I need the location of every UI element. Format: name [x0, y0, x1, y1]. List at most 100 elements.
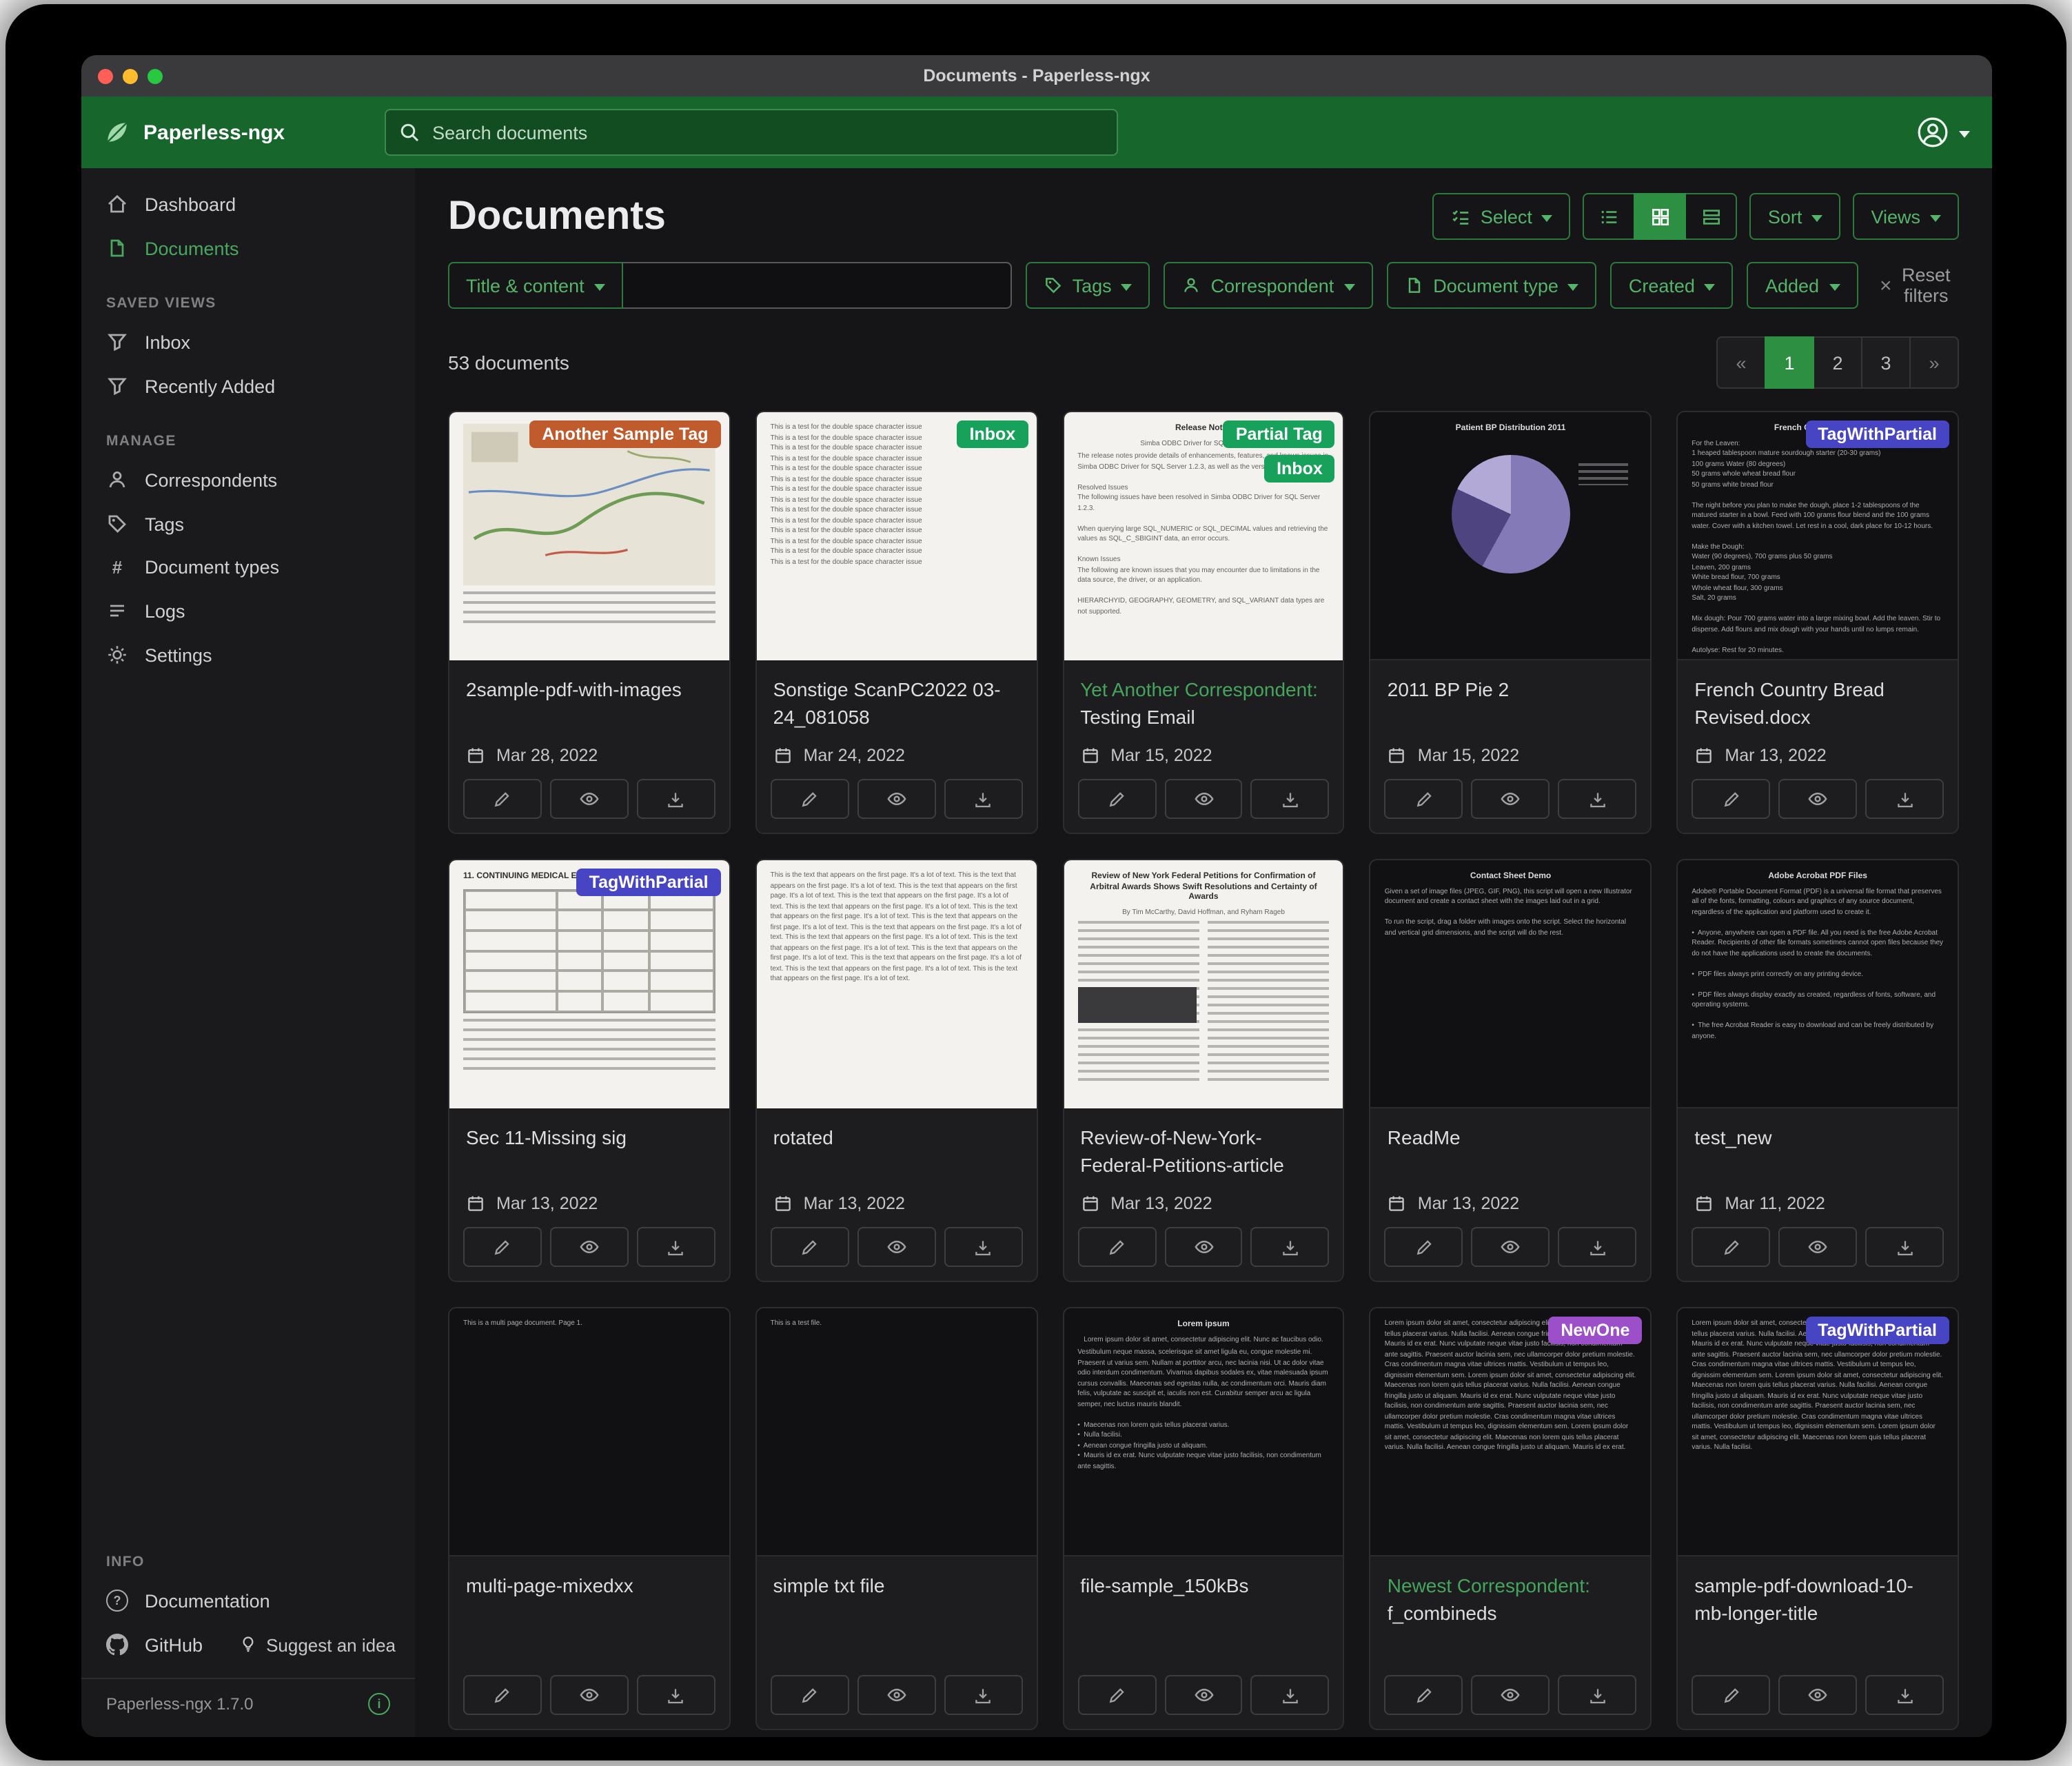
document-thumbnail[interactable]: Lorem ipsumLorem ipsum dolor sit amet, c… — [1064, 1308, 1343, 1556]
document-thumbnail[interactable]: Lorem ipsum dolor sit amet, consectetur … — [1371, 1308, 1651, 1556]
added-filter-dropdown[interactable]: Added — [1747, 262, 1858, 309]
view-button[interactable] — [1472, 1675, 1550, 1715]
view-button[interactable] — [1778, 1675, 1857, 1715]
document-title[interactable]: 2sample-pdf-with-images — [466, 677, 713, 735]
download-button[interactable] — [944, 1227, 1022, 1267]
tag-badge[interactable]: Inbox — [957, 420, 1028, 448]
document-title[interactable]: Review-of-New-York-Federal-Petitions-art… — [1080, 1125, 1327, 1183]
document-thumbnail[interactable] — [449, 412, 729, 660]
document-card[interactable]: Review of New York Federal Petitions for… — [1062, 859, 1345, 1282]
pagination-page-1[interactable]: 1 — [1765, 336, 1814, 389]
document-card[interactable]: Lorem ipsum dolor sit amet, consectetur … — [1676, 1307, 1959, 1730]
document-thumbnail[interactable]: This is the text that appears on the fir… — [757, 860, 1037, 1108]
document-thumbnail[interactable]: This is a test file. — [757, 1308, 1037, 1556]
document-correspondent[interactable]: Newest Correspondent: — [1388, 1574, 1590, 1596]
document-thumbnail[interactable]: This is a test for the double space char… — [757, 412, 1037, 660]
pagination-page-3[interactable]: 3 — [1861, 336, 1911, 389]
document-thumbnail[interactable]: 11. CONTINUING MEDICAL EDUCATION — [449, 860, 729, 1108]
edit-button[interactable] — [1385, 1227, 1463, 1267]
view-button[interactable] — [1472, 1227, 1550, 1267]
document-title[interactable]: simple txt file — [773, 1573, 1020, 1631]
view-button[interactable] — [857, 779, 935, 819]
document-card[interactable]: Lorem ipsum dolor sit amet, consectetur … — [1370, 1307, 1652, 1730]
download-button[interactable] — [944, 779, 1022, 819]
view-button[interactable] — [1778, 779, 1857, 819]
select-dropdown[interactable]: Select — [1432, 193, 1571, 240]
edit-button[interactable] — [1692, 1227, 1770, 1267]
tag-badge[interactable]: NewOne — [1548, 1317, 1642, 1344]
tag-badge[interactable]: Another Sample Tag — [529, 420, 720, 448]
document-card[interactable]: Release NotesSimba ODBC Driver for SQL S… — [1062, 411, 1345, 834]
tags-filter-dropdown[interactable]: Tags — [1026, 262, 1150, 309]
list-view-button[interactable] — [1583, 193, 1636, 240]
edit-button[interactable] — [771, 779, 849, 819]
view-button[interactable] — [550, 1227, 629, 1267]
sidebar-item-correspondents[interactable]: Correspondents — [81, 458, 415, 502]
document-thumbnail[interactable]: Adobe Acrobat PDF FilesAdobe® Portable D… — [1678, 860, 1958, 1108]
reset-filters-button[interactable]: × Reset filters — [1871, 263, 1959, 307]
user-menu[interactable] — [1916, 116, 1970, 149]
download-button[interactable] — [1251, 1227, 1330, 1267]
document-title[interactable]: Sec 11-Missing sig — [466, 1125, 713, 1183]
download-button[interactable] — [1865, 1227, 1944, 1267]
document-thumbnail[interactable]: Contact Sheet DemoGiven a set of image f… — [1371, 860, 1651, 1108]
edit-button[interactable] — [771, 1675, 849, 1715]
pagination-page-2[interactable]: 2 — [1813, 336, 1862, 389]
edit-button[interactable] — [463, 1675, 542, 1715]
document-correspondent[interactable]: Yet Another Correspondent: — [1080, 678, 1318, 700]
edit-button[interactable] — [771, 1227, 849, 1267]
tag-badge[interactable]: TagWithPartial — [1805, 420, 1949, 448]
document-title[interactable]: ReadMe — [1388, 1125, 1634, 1183]
view-button[interactable] — [1164, 1675, 1243, 1715]
sidebar-item-documents[interactable]: Documents — [81, 226, 415, 270]
sidebar-item-documentation[interactable]: ? Documentation — [81, 1579, 415, 1623]
download-button[interactable] — [1251, 1675, 1330, 1715]
document-card[interactable]: Adobe Acrobat PDF FilesAdobe® Portable D… — [1676, 859, 1959, 1282]
sidebar-item-tags[interactable]: Tags — [81, 502, 415, 546]
download-button[interactable] — [1558, 1675, 1637, 1715]
views-dropdown[interactable]: Views — [1853, 193, 1959, 240]
document-card[interactable]: Contact Sheet DemoGiven a set of image f… — [1370, 859, 1652, 1282]
document-title[interactable]: rotated — [773, 1125, 1020, 1183]
download-button[interactable] — [944, 1675, 1022, 1715]
created-filter-dropdown[interactable]: Created — [1611, 262, 1734, 309]
edit-button[interactable] — [1077, 1675, 1156, 1715]
download-button[interactable] — [637, 1227, 715, 1267]
view-button[interactable] — [1164, 779, 1243, 819]
edit-button[interactable] — [1692, 1675, 1770, 1715]
view-button[interactable] — [1778, 1227, 1857, 1267]
document-card[interactable]: This is a test for the double space char… — [755, 411, 1038, 834]
document-card[interactable]: Lorem ipsumLorem ipsum dolor sit amet, c… — [1062, 1307, 1345, 1730]
correspondent-filter-dropdown[interactable]: Correspondent — [1164, 262, 1373, 309]
edit-button[interactable] — [1077, 779, 1156, 819]
title-content-dropdown[interactable]: Title & content — [448, 262, 623, 309]
maximize-button[interactable] — [148, 68, 163, 83]
download-button[interactable] — [1251, 779, 1330, 819]
document-thumbnail[interactable]: French Country BreadFor the Leaven: 1 he… — [1678, 412, 1958, 660]
document-card[interactable]: This is the text that appears on the fir… — [755, 859, 1038, 1282]
search-input[interactable] — [384, 109, 1117, 156]
pagination-prev[interactable]: « — [1716, 336, 1766, 389]
document-title[interactable]: sample-pdf-download-10-mb-longer-title — [1694, 1573, 1941, 1631]
download-button[interactable] — [637, 779, 715, 819]
view-button[interactable] — [1164, 1227, 1243, 1267]
minimize-button[interactable] — [123, 68, 138, 83]
edit-button[interactable] — [463, 1227, 542, 1267]
pagination-next[interactable]: » — [1909, 336, 1959, 389]
edit-button[interactable] — [1385, 779, 1463, 819]
view-button[interactable] — [550, 779, 629, 819]
edit-button[interactable] — [1692, 779, 1770, 819]
brand[interactable]: Paperless-ngx — [103, 119, 285, 146]
detail-view-button[interactable] — [1685, 193, 1738, 240]
edit-button[interactable] — [1077, 1227, 1156, 1267]
tag-badge[interactable]: TagWithPartial — [577, 869, 721, 896]
download-button[interactable] — [1865, 1675, 1944, 1715]
document-card[interactable]: French Country BreadFor the Leaven: 1 he… — [1676, 411, 1959, 834]
document-thumbnail[interactable]: Lorem ipsum dolor sit amet, consectetur … — [1678, 1308, 1958, 1556]
sidebar-item-github[interactable]: GitHub — [81, 1623, 203, 1667]
document-card[interactable]: 11. CONTINUING MEDICAL EDUCATION TagWith… — [448, 859, 731, 1282]
tag-badge[interactable]: TagWithPartial — [1805, 1317, 1949, 1344]
close-button[interactable] — [98, 68, 113, 83]
document-thumbnail[interactable]: Review of New York Federal Petitions for… — [1064, 860, 1343, 1108]
view-button[interactable] — [550, 1675, 629, 1715]
